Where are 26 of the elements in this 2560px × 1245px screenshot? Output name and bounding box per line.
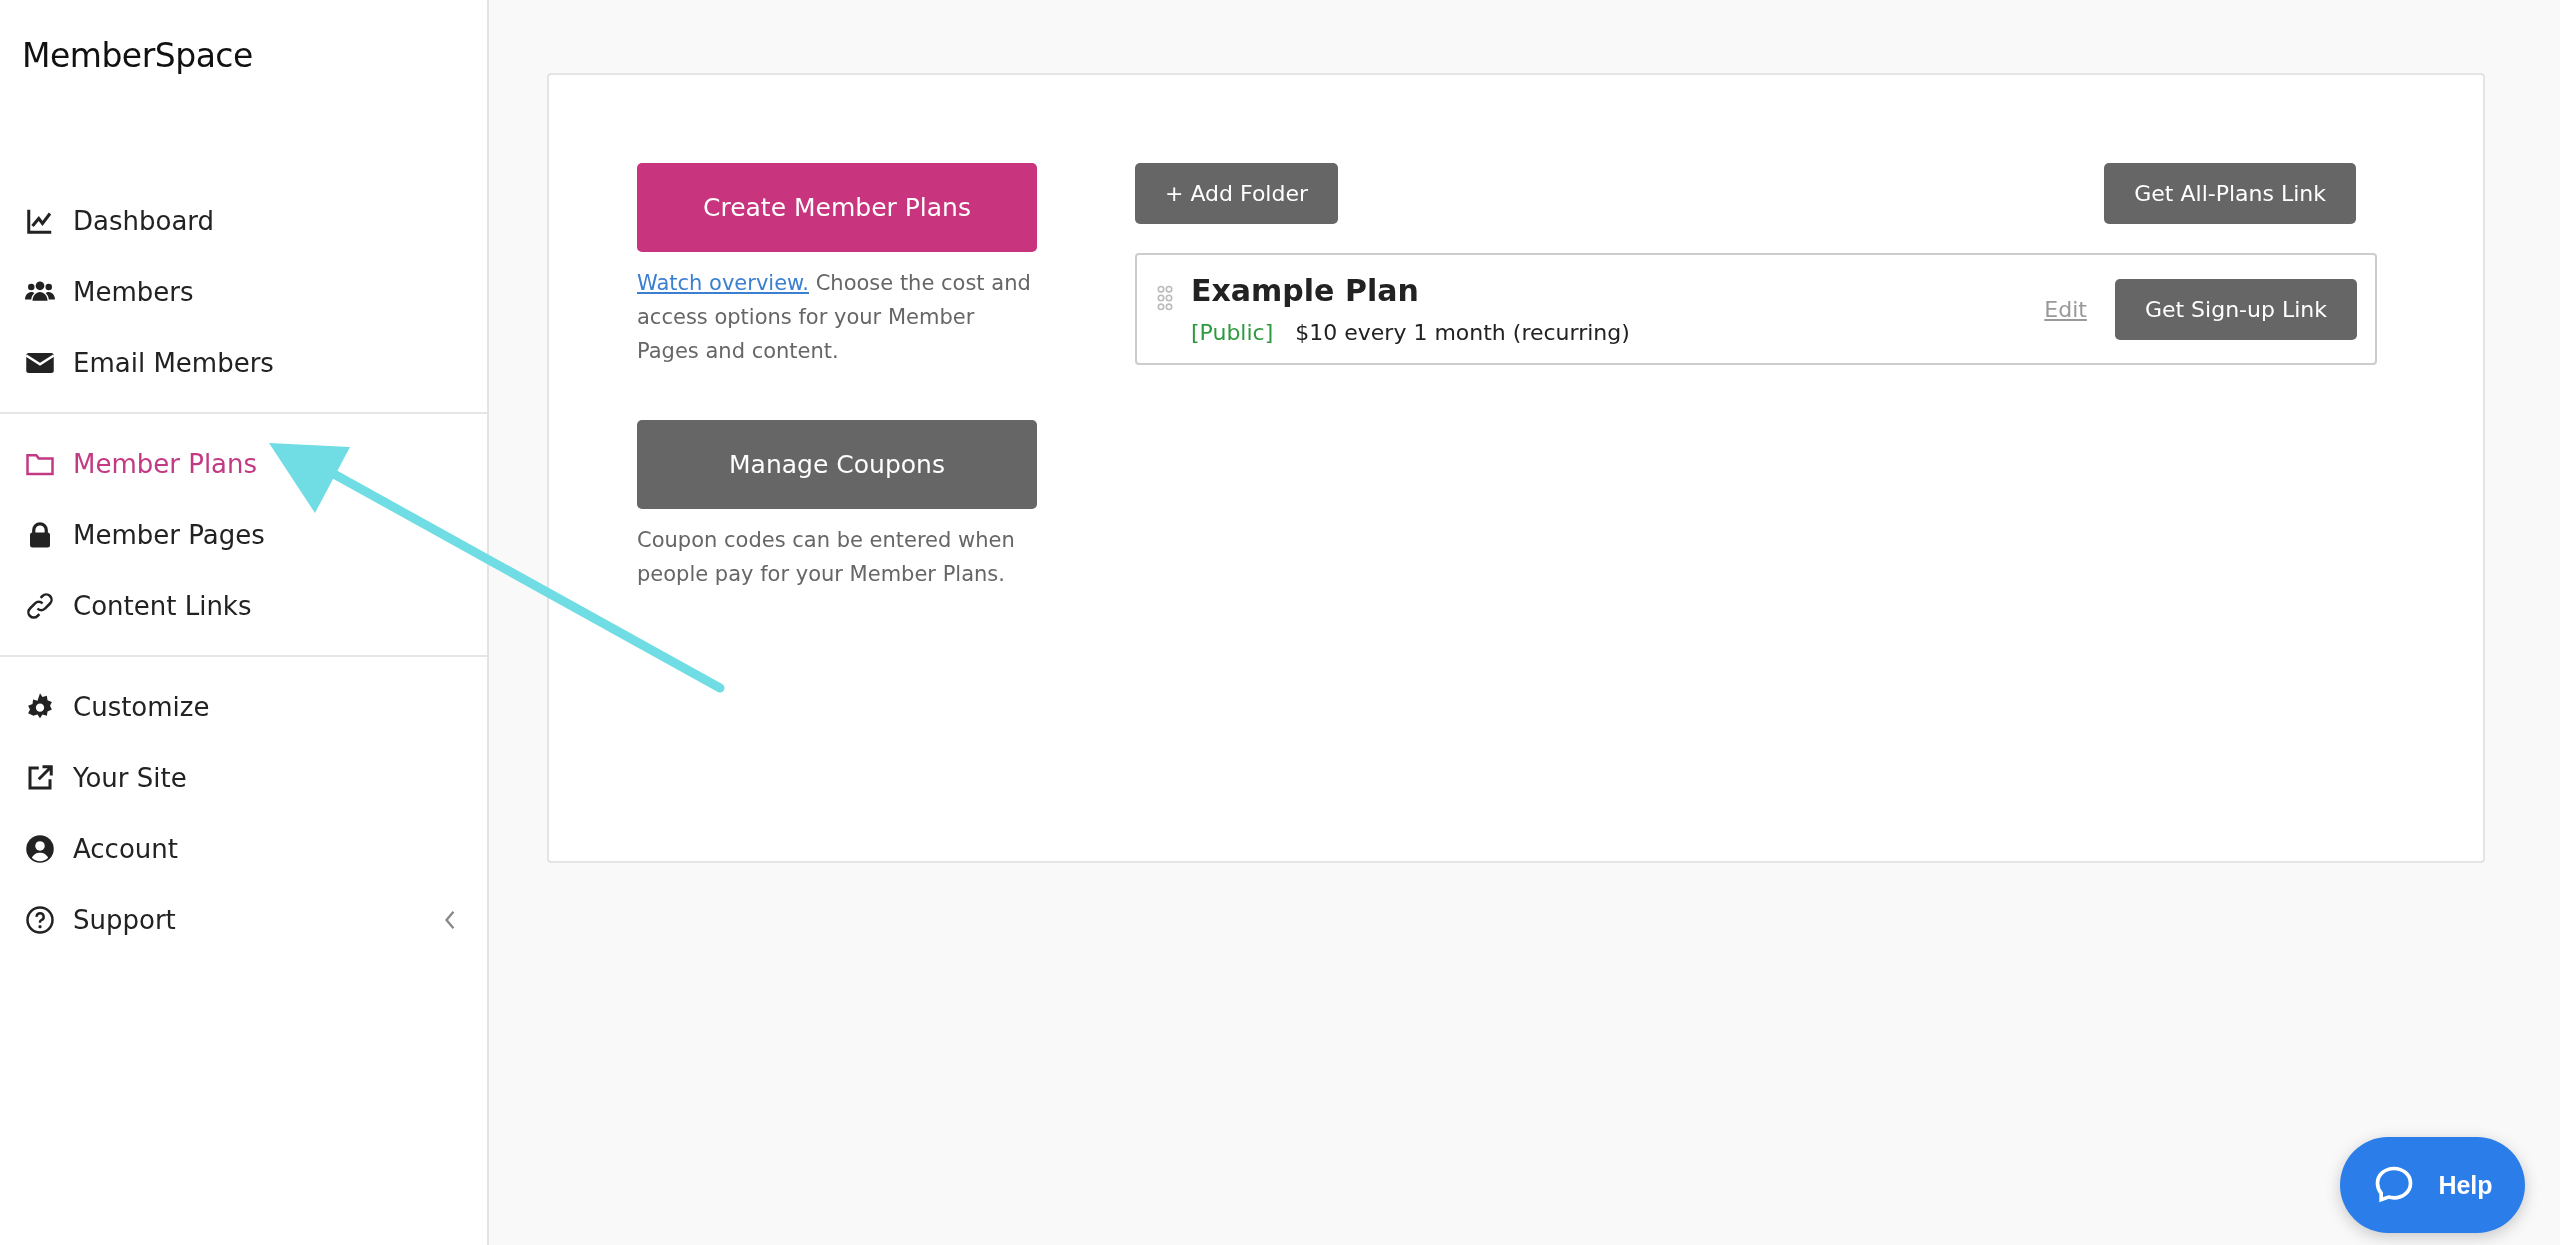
watch-overview-link[interactable]: Watch overview. xyxy=(637,271,809,295)
user-circle-icon xyxy=(25,833,55,864)
add-folder-button[interactable]: + Add Folder xyxy=(1135,163,1338,224)
price-text: $10 every 1 month (recurring) xyxy=(1295,320,1630,345)
plan-name: Example Plan xyxy=(1191,273,1420,308)
action-button[interactable]: Create Member Plans xyxy=(637,163,1037,252)
question-circle-icon xyxy=(25,904,55,935)
all-plans-link-button[interactable]: Get All-Plans Link xyxy=(2104,163,2356,224)
chain-link-icon xyxy=(25,590,55,621)
sidebar-item[interactable]: Members xyxy=(0,256,194,327)
memberspace-logo[interactable]: MemberSpace xyxy=(22,36,253,75)
sidebar-item[interactable]: Account xyxy=(0,813,178,884)
sidebar-item[interactable]: Support xyxy=(0,884,176,955)
sign-up-link-button[interactable]: Get Sign-up Link xyxy=(2114,278,2357,340)
sidebar-item[interactable]: Member Plans xyxy=(0,428,258,499)
description-text: Watch overview. Choose the cost and access options for your Member Pages and content. xyxy=(637,270,1032,365)
sidebar-item[interactable]: Content Links xyxy=(0,570,252,641)
action-button[interactable]: Manage Coupons xyxy=(637,420,1037,509)
drag-handle-icon[interactable] xyxy=(1157,285,1173,311)
sidebar-item[interactable]: Member Pages xyxy=(0,499,265,570)
sidebar-item[interactable]: Email Members xyxy=(0,327,274,398)
sidebar-item[interactable]: Customize xyxy=(0,671,210,742)
visibility-label: [Public] xyxy=(1191,320,1274,345)
sidebar-item[interactable]: Dashboard xyxy=(0,185,215,256)
sidebar-item[interactable]: Your Site xyxy=(0,742,187,813)
description-text: Coupon codes can be entered when people pay for your Member Plans. xyxy=(637,527,1016,588)
